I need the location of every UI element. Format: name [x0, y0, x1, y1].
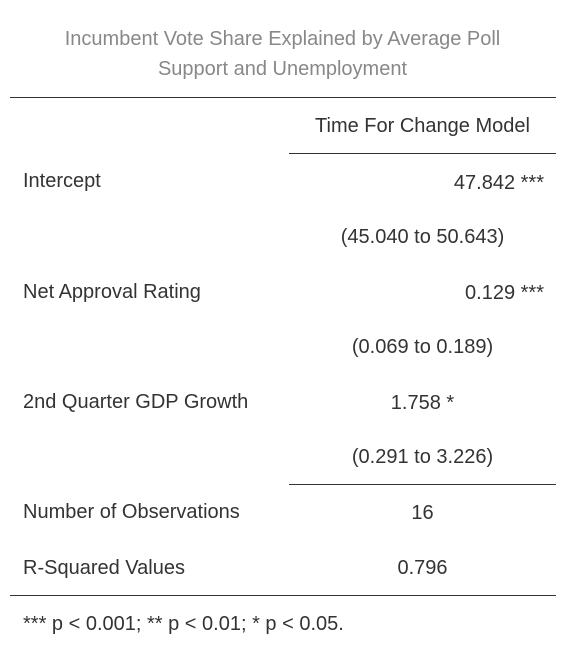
row-label-gdp-growth: 2nd Quarter GDP Growth [23, 391, 249, 413]
value-r-squared: 0.796 [397, 557, 448, 579]
header-rule [289, 153, 556, 154]
column-header-model: Time For Change Model [315, 115, 530, 137]
row-label-r-squared: R-Squared Values [23, 557, 185, 579]
estimate-gdp-growth: 1.758 * [390, 392, 455, 414]
estimate-intercept: 47.842 *** [453, 172, 544, 194]
value-observations: 16 [411, 502, 434, 524]
bottom-rule [10, 595, 556, 596]
significance-footnote: *** p < 0.001; ** p < 0.01; * p < 0.05. [23, 613, 344, 635]
stats-rule [289, 484, 556, 485]
top-rule [10, 97, 556, 98]
ci-intercept: (45.040 to 50.643) [340, 226, 505, 248]
table-title-line-2: Support and Unemployment [157, 58, 408, 80]
row-label-net-approval: Net Approval Rating [23, 281, 201, 303]
ci-gdp-growth: (0.291 to 3.226) [351, 446, 494, 468]
table-title-line-1: Incumbent Vote Share Explained by Averag… [64, 28, 501, 50]
ci-net-approval: (0.069 to 0.189) [351, 336, 494, 358]
row-label-observations: Number of Observations [23, 501, 240, 523]
estimate-net-approval: 0.129 *** [465, 282, 544, 304]
row-label-intercept: Intercept [23, 170, 101, 192]
